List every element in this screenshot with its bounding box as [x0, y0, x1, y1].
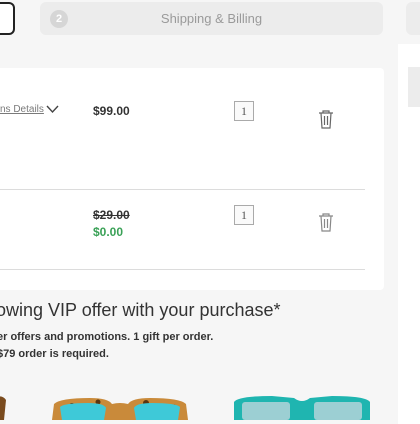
- item-free-price: $0.00: [93, 225, 124, 239]
- cart-card: [0, 68, 384, 290]
- chevron-down-icon[interactable]: [46, 104, 59, 114]
- step-cart-tab[interactable]: [0, 2, 15, 35]
- offer-terms-line: er offers and promotions. 1 gift per ord…: [0, 331, 214, 343]
- quantity-field[interactable]: 1: [234, 101, 254, 121]
- sunglasses-image[interactable]: [0, 388, 8, 420]
- item-original-price: $29.00: [93, 208, 130, 222]
- quantity-field[interactable]: 1: [234, 205, 254, 225]
- step-shipping-billing[interactable]: 2 Shipping & Billing: [40, 2, 383, 35]
- step-next-tab[interactable]: [406, 2, 420, 35]
- lens-details-link[interactable]: ns Details: [0, 104, 44, 115]
- offer-terms-line: $79 order is required.: [0, 348, 109, 360]
- sunglasses-image[interactable]: [50, 388, 190, 420]
- order-summary-header: [408, 67, 420, 107]
- item-price: $99.00: [93, 104, 130, 118]
- cart-divider: [0, 189, 365, 190]
- trash-icon[interactable]: [317, 109, 335, 129]
- offer-title: owing VIP offer with your purchase*: [0, 300, 281, 320]
- sunglasses-image[interactable]: [232, 388, 372, 420]
- trash-icon[interactable]: [317, 212, 335, 232]
- cart-divider: [0, 269, 365, 270]
- step-label: Shipping & Billing: [160, 11, 263, 26]
